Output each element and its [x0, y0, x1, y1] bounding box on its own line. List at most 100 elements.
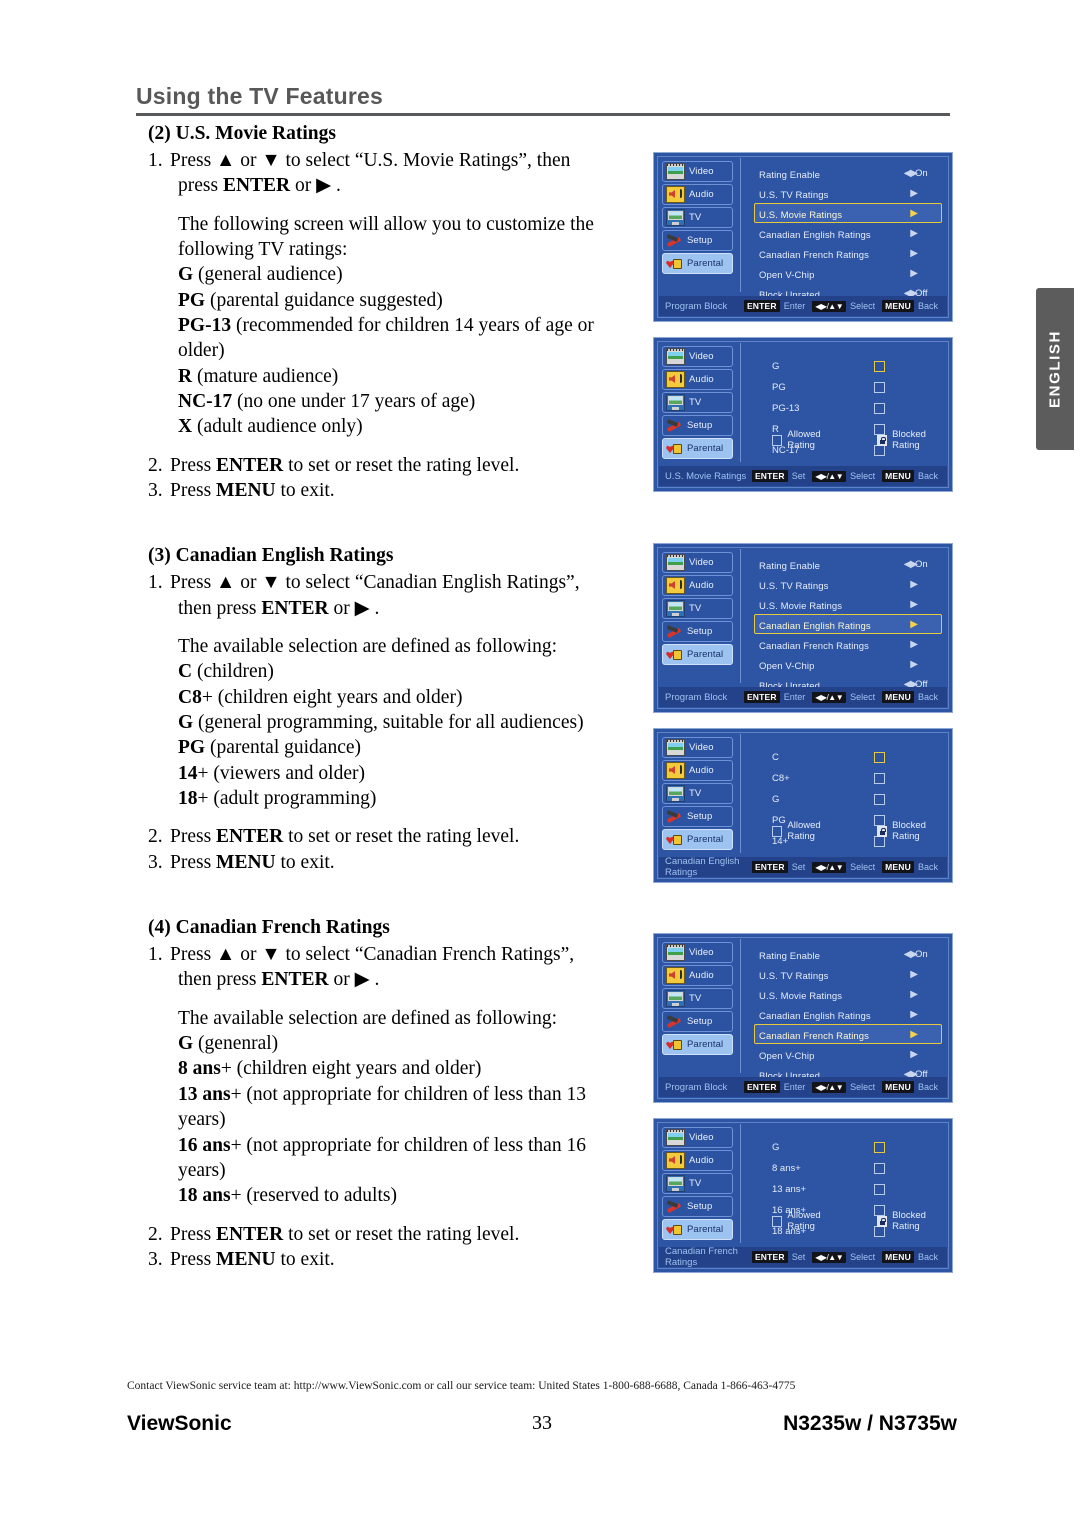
osd-menu-row[interactable]: Open V-Chip ▶ [754, 263, 942, 283]
osd-menu-row[interactable]: Canadian French Ratings ▶ [754, 1024, 942, 1044]
footer-model: N3235w / N3735w [783, 1412, 957, 1435]
osd-sidebar-item-label: Audio [689, 1155, 714, 1166]
osd-sidebar-item-tv[interactable]: TV [662, 598, 733, 619]
osd-menu-row[interactable]: Canadian English Ratings ▶ [754, 223, 942, 243]
osd-rating-checkbox[interactable] [874, 794, 885, 805]
osd-sidebar-item-audio[interactable]: Audio [662, 760, 733, 781]
osd-sidebar-item-video[interactable]: Video [662, 161, 733, 182]
key-name: MENU [216, 1248, 276, 1270]
osd-sidebar-item-audio[interactable]: Audio [662, 1150, 733, 1171]
rating-definition: G (general audience) [148, 262, 644, 287]
osd-rating-checkbox[interactable] [874, 1184, 885, 1195]
osd-menu-row[interactable]: U.S. TV Ratings ▶ [754, 574, 942, 594]
osd-sidebar-item-setup[interactable]: Setup [662, 1196, 733, 1217]
osd-sidebar-item-audio[interactable]: Audio [662, 369, 733, 390]
osd-sidebar-item-setup[interactable]: Setup [662, 621, 733, 642]
osd-rating-label: 8 ans+ [772, 1163, 801, 1174]
osd-legend-blocked-label: Blocked Rating [892, 820, 926, 842]
osd-menu-row-arrow-icon: ▶ [910, 659, 918, 670]
osd-menu-row[interactable]: Canadian English Ratings ▶ [754, 614, 942, 634]
osd-legend-allowed: Allowed Rating [772, 820, 847, 842]
osd-menu-row[interactable]: Canadian French Ratings ▶ [754, 634, 942, 654]
osd-rating-row[interactable]: PG [772, 377, 885, 398]
rating-definition: PG (parental guidance suggested) [148, 288, 644, 313]
osd-rating-row[interactable]: G [772, 1137, 885, 1158]
osd-menu-row-label: U.S. TV Ratings [759, 581, 829, 592]
rating-description: + (not appropriate for children of less … [230, 1083, 586, 1105]
osd-status-bar: U.S. Movie Ratings ENTER Set ◀▶/▲▼ Select MEN… [659, 466, 947, 486]
osd-hint-dpad-label: Select [850, 471, 876, 481]
osd-sidebar-item-audio[interactable]: Audio [662, 965, 733, 986]
osd-sidebar-item-tv[interactable]: TV [662, 207, 733, 228]
osd-rating-row[interactable]: 13 ans+ [772, 1179, 885, 1200]
video-icon [666, 554, 685, 571]
osd-screenshot-canadian-french-ratings-detail: Video Audio TV Setup Parental G 8 ans+ 13 ans+ 1… [653, 1118, 953, 1273]
osd-sidebar-item-video[interactable]: Video [662, 942, 733, 963]
osd-sidebar-item-label: Setup [687, 420, 713, 431]
osd-rating-checkbox[interactable] [874, 773, 885, 784]
osd-sidebar-item-video[interactable]: Video [662, 552, 733, 573]
osd-rating-checkbox[interactable] [874, 1142, 885, 1153]
instruction-step: 2. Press ENTER to set or reset the rating… [148, 1222, 644, 1247]
osd-rating-row[interactable]: 8 ans+ [772, 1158, 885, 1179]
osd-sidebar-item-tv[interactable]: TV [662, 988, 733, 1009]
osd-menu-row-label: Canadian French Ratings [759, 1031, 870, 1042]
osd-sidebar-item-parental[interactable]: Parental [662, 1034, 733, 1055]
osd-menu-row[interactable]: Rating Enable On ◀▶ [754, 944, 942, 964]
osd-menu-row[interactable]: U.S. TV Ratings ▶ [754, 964, 942, 984]
rating-description: older) [178, 340, 225, 362]
osd-sidebar-item-parental[interactable]: Parental [662, 438, 733, 459]
osd-hint-menu-key: MENU [882, 1251, 914, 1263]
osd-menu-row[interactable]: U.S. TV Ratings ▶ [754, 183, 942, 203]
osd-sidebar-item-setup[interactable]: Setup [662, 806, 733, 827]
osd-menu-row[interactable]: Canadian English Ratings ▶ [754, 1004, 942, 1024]
osd-sidebar-item-setup[interactable]: Setup [662, 230, 733, 251]
osd-rating-row[interactable]: G [772, 356, 885, 377]
osd-menu-row-label: Open V-Chip [759, 270, 815, 281]
osd-sidebar: Video Audio TV Setup Parental [662, 737, 733, 852]
osd-rating-checkbox[interactable] [874, 752, 885, 763]
rating-code: G [178, 1033, 194, 1055]
key-name: ENTER [216, 454, 284, 476]
osd-menu-row[interactable]: U.S. Movie Ratings ▶ [754, 594, 942, 614]
osd-menu-row[interactable]: U.S. Movie Ratings ▶ [754, 203, 942, 223]
rating-description: (parental guidance suggested) [205, 289, 443, 311]
osd-menu-row[interactable]: Canadian French Ratings ▶ [754, 243, 942, 263]
osd-rating-row[interactable]: PG-13 [772, 398, 885, 419]
osd-sidebar-item-video[interactable]: Video [662, 1127, 733, 1148]
rating-description: (children) [192, 661, 274, 683]
osd-menu-row[interactable]: Rating Enable On ◀▶ [754, 163, 942, 183]
osd-menu-row-arrow-icon: ▶ [910, 1009, 918, 1020]
osd-menu-row-label: U.S. TV Ratings [759, 190, 829, 201]
osd-hint-menu-key: MENU [882, 691, 914, 703]
osd-sidebar-item-tv[interactable]: TV [662, 1173, 733, 1194]
osd-menu-row-arrow-icon: ▶ [910, 579, 918, 590]
osd-rating-checkbox[interactable] [874, 361, 885, 372]
osd-sidebar-item-video[interactable]: Video [662, 737, 733, 758]
osd-sidebar-item-parental[interactable]: Parental [662, 829, 733, 850]
osd-sidebar-item-setup[interactable]: Setup [662, 1011, 733, 1032]
osd-menu-row[interactable]: Open V-Chip ▶ [754, 654, 942, 674]
osd-rating-checkbox[interactable] [874, 382, 885, 393]
osd-sidebar-item-parental[interactable]: Parental [662, 644, 733, 665]
osd-rating-checkbox[interactable] [874, 1163, 885, 1174]
osd-sidebar-item-parental[interactable]: Parental [662, 1219, 733, 1240]
osd-sidebar-item-video[interactable]: Video [662, 346, 733, 367]
osd-menu-row[interactable]: U.S. Movie Ratings ▶ [754, 984, 942, 1004]
osd-sidebar-item-tv[interactable]: TV [662, 392, 733, 413]
osd-sidebar-item-setup[interactable]: Setup [662, 415, 733, 436]
osd-sidebar-item-tv[interactable]: TV [662, 783, 733, 804]
osd-rating-checkbox[interactable] [874, 403, 885, 414]
osd-menu-row[interactable]: Rating Enable On ◀▶ [754, 554, 942, 574]
rating-code: 18 ans [178, 1185, 231, 1207]
osd-rating-row[interactable]: G [772, 789, 885, 810]
step-text-suffix: to exit. [275, 480, 335, 502]
osd-sidebar-item-audio[interactable]: Audio [662, 184, 733, 205]
osd-sidebar-item-audio[interactable]: Audio [662, 575, 733, 596]
osd-legend: Allowed Rating Blocked Rating [772, 820, 952, 842]
osd-menu-row[interactable]: Open V-Chip ▶ [754, 1044, 942, 1064]
osd-rating-row[interactable]: C8+ [772, 768, 885, 789]
step-text-continued: then press ENTER or ▶ . [148, 596, 644, 621]
osd-rating-row[interactable]: C [772, 747, 885, 768]
osd-sidebar-item-parental[interactable]: Parental [662, 253, 733, 274]
